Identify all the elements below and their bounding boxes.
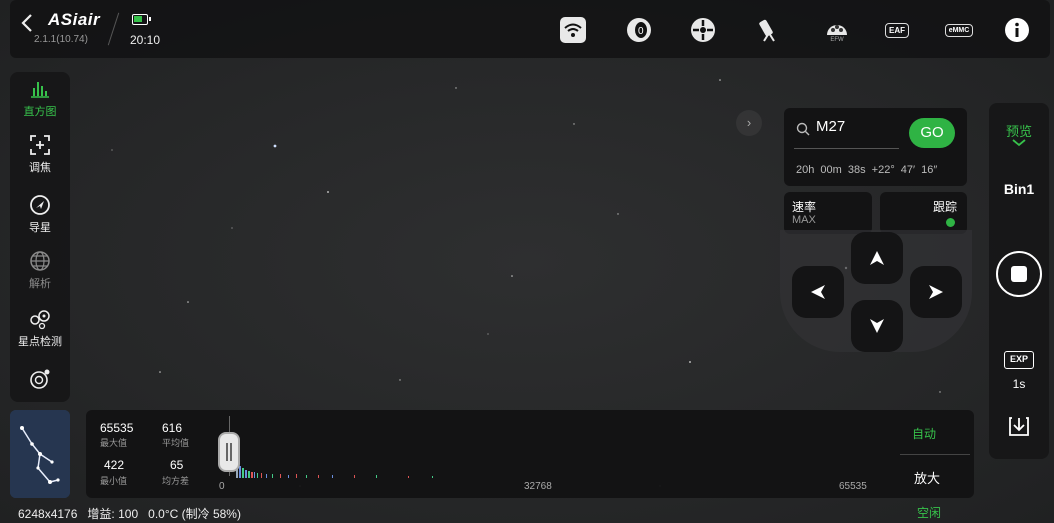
rate-value: MAX [792,214,816,226]
tool-label: 解析 [29,278,51,290]
app-logo: ASiair [48,10,101,29]
tool-solve[interactable]: 解析 [10,250,70,291]
emmc-label: eMMC [944,23,974,37]
stop-icon [1011,266,1027,282]
constellation-thumbnail[interactable] [10,410,70,498]
resolution-label: 6248x4176 [18,507,78,521]
star-detect-icon [10,308,70,332]
capture-stop-button[interactable] [996,251,1042,297]
move-down-button[interactable] [851,300,903,352]
rate-selector[interactable]: 速率 MAX [784,192,872,234]
arrow-down-icon [870,319,884,333]
telescope-icon[interactable] [756,17,782,43]
mode-selector[interactable]: 预览 [989,121,1049,140]
mean-value: 616 [162,421,183,435]
min-label: 最小值 [100,476,128,486]
max-value: 65535 [100,421,134,435]
tracking-label: 跟踪 [932,200,957,214]
status-bar: 6248x4176 增益: 100 0.0°C (制冷 58%) [18,505,241,522]
divider [900,454,970,455]
divider [794,148,899,149]
gain-label: 增益: [87,507,115,521]
status-badge: 空闲 [917,506,942,520]
rate-label: 速率 [792,200,817,214]
tool-label: 星点检测 [18,336,62,348]
efw-label: EFW [830,37,844,43]
arrow-right-icon [929,285,943,299]
download-icon[interactable] [1008,415,1030,437]
temperature-label: 0.0°C (制冷 58%) [148,507,241,521]
std-label: 均方差 [162,476,190,486]
tracking-toggle[interactable]: 跟踪 [880,192,967,234]
guide-icon [10,194,70,218]
mean-label: 平均值 [162,438,190,448]
move-right-button[interactable] [910,266,962,318]
ra-value: 20h 00m 38s [796,164,866,176]
histogram-stretch-handle[interactable] [218,432,240,472]
gain-value: 100 [118,507,139,521]
move-left-button[interactable] [792,266,844,318]
go-button[interactable]: GO [909,118,955,148]
search-icon [796,122,810,136]
exposure-icon[interactable]: EXP [1004,351,1034,369]
top-bar: ASiair 2.1.1(10.74) 20:10 0 EFW EAF eMMC [10,0,1050,58]
version-label: 2.1.1(10.74) [34,34,88,45]
bin-selector[interactable]: Bin1 [989,181,1049,197]
svg-text:0: 0 [638,26,644,37]
arrow-left-icon [811,285,825,299]
tool-label: 直方图 [23,106,57,118]
chevron-right-icon[interactable]: › [736,110,762,136]
globe-icon [10,250,70,274]
right-capture-panel: 预览 Bin1 EXP 1s [989,103,1049,459]
exposure-value[interactable]: 1s [989,377,1049,391]
std-value: 65 [170,458,184,472]
eaf-label: EAF [885,22,909,38]
tool-camera-settings[interactable] [10,368,70,392]
emmc-icon[interactable]: eMMC [944,17,974,43]
histogram-bars [236,462,433,478]
tool-star-detect[interactable]: 星点检测 [10,308,70,349]
target-search-input[interactable] [816,118,896,135]
zoom-button[interactable]: 放大 [914,468,940,487]
axis-mid-label: 32768 [524,481,552,492]
goto-panel: GO 20h 00m 38s +22° 47′ 16″ [784,108,967,186]
auto-stretch-button[interactable]: 自动 [912,425,936,442]
axis-max-label: 65535 [839,481,867,492]
camera-settings-icon [10,368,70,392]
filter-wheel-icon[interactable]: EFW [824,17,850,43]
tool-label: 调焦 [29,162,51,174]
chevron-down-icon[interactable] [989,139,1049,150]
axis-min-label: 0 [219,481,225,492]
wifi-icon[interactable] [560,17,586,43]
focus-icon [10,134,70,158]
clock-label: 20:10 [130,33,161,47]
histogram-icon [10,78,70,102]
tracking-status-dot [946,218,955,227]
move-up-button[interactable] [851,232,903,284]
focuser-icon[interactable]: 0 [626,17,652,43]
target-coordinates: 20h 00m 38s +22° 47′ 16″ [796,164,937,176]
max-label: 最大值 [100,438,128,448]
tool-guide[interactable]: 导星 [10,194,70,235]
mount-icon[interactable] [690,17,716,43]
info-icon[interactable] [1004,17,1030,43]
arrow-up-icon [870,251,884,265]
battery-icon [132,14,151,25]
divider [107,12,120,46]
dec-value: +22° 47′ 16″ [871,164,938,176]
eaf-icon[interactable]: EAF [884,17,910,43]
min-value: 422 [104,458,125,472]
tool-histogram[interactable]: 直方图 [10,78,70,119]
tool-focus[interactable]: 调焦 [10,134,70,175]
chevron-left-icon[interactable] [20,12,34,34]
tool-label: 导星 [29,222,51,234]
left-tool-panel: 直方图 调焦 导星 解析 星点检测 [10,72,70,402]
